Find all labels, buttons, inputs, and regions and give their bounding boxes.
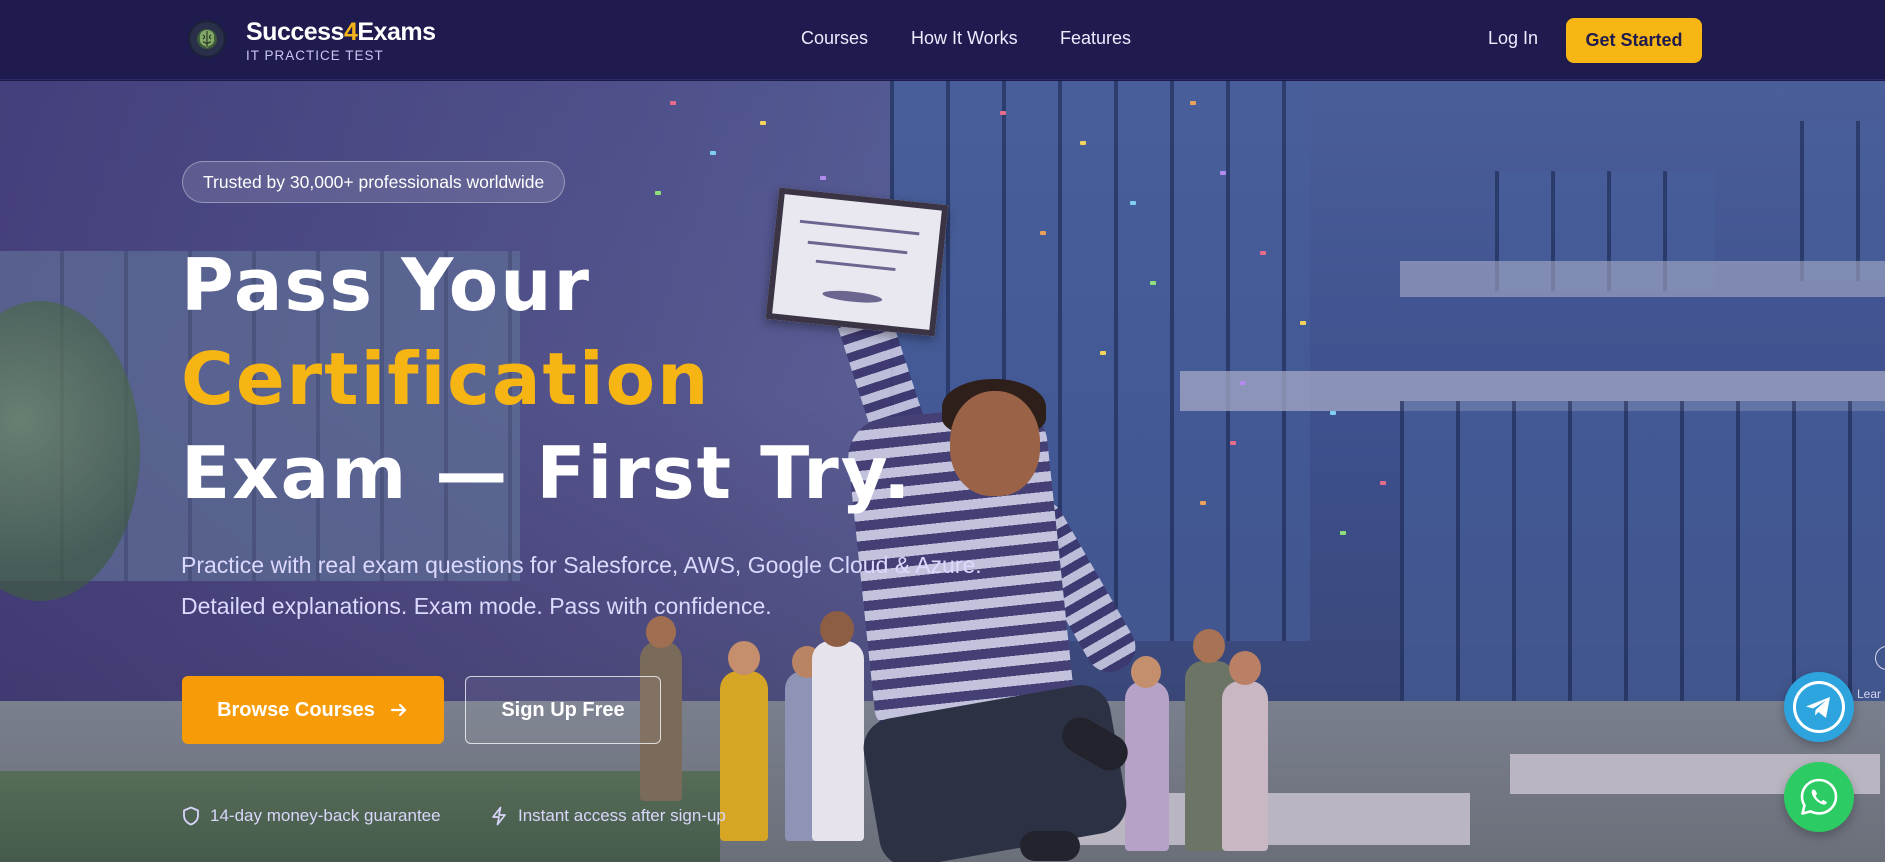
hero-subtitle: Practice with real exam questions for Sa… bbox=[181, 552, 982, 619]
nav-link-features[interactable]: Features bbox=[1060, 28, 1131, 49]
money-back-text: 14-day money-back guarantee bbox=[210, 806, 441, 825]
nav-link-how-it-works[interactable]: How It Works bbox=[911, 28, 1018, 49]
whatsapp-chat-button[interactable] bbox=[1784, 762, 1854, 832]
get-started-button[interactable]: Get Started bbox=[1566, 18, 1702, 63]
telegram-icon bbox=[1793, 681, 1845, 733]
telegram-chat-button[interactable] bbox=[1784, 672, 1854, 742]
edge-label: Lear bbox=[1857, 687, 1882, 701]
browse-courses-button[interactable]: Browse Courses bbox=[182, 676, 444, 744]
login-link[interactable]: Log In bbox=[1488, 28, 1538, 49]
building-glass-facade bbox=[1400, 401, 1885, 701]
lightning-icon bbox=[492, 806, 506, 826]
browse-courses-label: Browse Courses bbox=[217, 698, 375, 721]
money-back-assurance: 14-day money-back guarantee bbox=[182, 806, 441, 826]
brain-logo-icon[interactable] bbox=[188, 20, 226, 58]
trust-badge: Trusted by 30,000+ professionals worldwi… bbox=[182, 161, 566, 203]
whatsapp-icon bbox=[1800, 778, 1838, 815]
nav-link-courses[interactable]: Courses bbox=[801, 28, 868, 49]
shield-icon bbox=[183, 806, 199, 826]
instant-access-assurance: Instant access after sign-up bbox=[490, 806, 726, 826]
instant-access-text: Instant access after sign-up bbox=[518, 806, 726, 825]
headline-line-3: Exam — First Try. bbox=[181, 431, 913, 515]
hero-headline: Pass Your Certification Exam — First Try… bbox=[181, 238, 912, 520]
sign-up-free-button[interactable]: Sign Up Free bbox=[465, 676, 661, 744]
brand-name: Success4Exams bbox=[246, 18, 436, 46]
building-window bbox=[1800, 121, 1885, 281]
top-navbar: Success4Exams IT PRACTICE TEST Courses H… bbox=[0, 0, 1885, 80]
arrow-right-icon bbox=[390, 703, 407, 717]
brand-tagline: IT PRACTICE TEST bbox=[246, 48, 384, 63]
building-ledge bbox=[1400, 261, 1885, 297]
headline-line-2: Certification bbox=[181, 337, 711, 421]
headline-line-1: Pass Your bbox=[181, 243, 591, 327]
brand-logo[interactable]: Success4Exams IT PRACTICE TEST bbox=[246, 18, 436, 64]
